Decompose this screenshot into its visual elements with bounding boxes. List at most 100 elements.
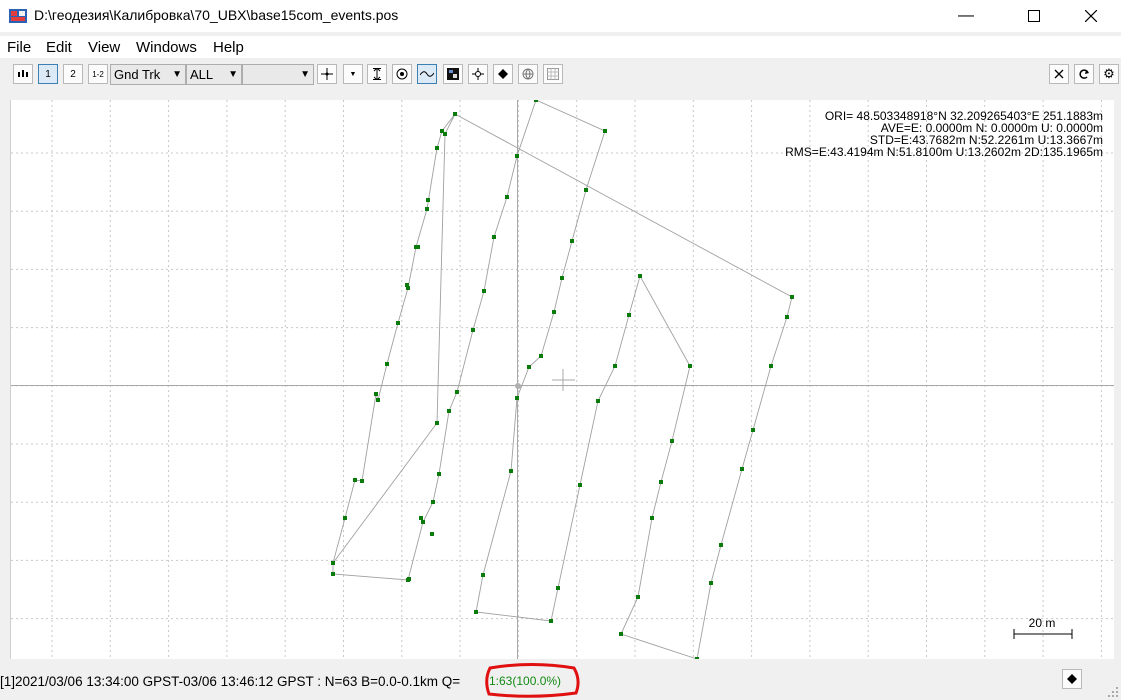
rms-text: RMS=E:43.4194m N:51.8100m U:13.2602m 2D:…: [785, 145, 1103, 159]
solution-point: [376, 398, 380, 402]
origin-menu-button[interactable]: ▼: [343, 64, 363, 84]
target-icon: [396, 68, 408, 80]
track-line-icon: [420, 71, 434, 77]
solution-point: [343, 516, 347, 520]
solution-point: [539, 354, 543, 358]
solution-point: [443, 132, 447, 136]
minimize-button[interactable]: —: [943, 0, 989, 32]
solution-point: [709, 581, 713, 585]
quality-select[interactable]: ALL ▼: [186, 64, 242, 85]
plot-canvas[interactable]: ORI= 48.503348918°N 32.209265403°E 251.1…: [11, 98, 1114, 661]
quality-value: ALL: [190, 67, 214, 82]
show-point-button[interactable]: [392, 64, 412, 84]
solution-point: [556, 586, 560, 590]
solution-point: [785, 315, 789, 319]
solution-point: [560, 276, 564, 280]
connect-icon: [18, 70, 28, 77]
station-icon: [472, 68, 484, 80]
window-title: D:\геодезия\Калибровка\70_UBX\base15com_…: [34, 7, 399, 23]
grid-icon: [547, 68, 559, 80]
highlight-annotation: [485, 663, 580, 698]
menu-view[interactable]: View: [88, 39, 120, 56]
solution-point: [405, 283, 409, 287]
clear-button[interactable]: [1049, 64, 1069, 84]
show-track-button[interactable]: [417, 64, 437, 84]
solution-point: [650, 516, 654, 520]
solution-point: [360, 479, 364, 483]
solution-point: [331, 572, 335, 576]
solution-point: [385, 362, 389, 366]
menu-help[interactable]: Help: [213, 39, 244, 56]
plot-type-select[interactable]: Gnd Trk ▼: [110, 64, 186, 85]
solution-point: [695, 657, 699, 661]
show-mark-button[interactable]: [493, 64, 513, 84]
status-text: [1]2021/03/06 13:34:00 GPST-03/06 13:46:…: [0, 674, 461, 689]
solution-point: [419, 516, 423, 520]
solution-point: [482, 289, 486, 293]
fit-height-icon: [373, 68, 381, 80]
menu-edit[interactable]: Edit: [46, 39, 72, 56]
reload-button[interactable]: [1074, 64, 1094, 84]
center-origin-button[interactable]: [317, 64, 337, 84]
show-map-button[interactable]: [443, 64, 463, 84]
solution-2-button[interactable]: 2: [63, 64, 83, 84]
solution-point: [719, 543, 723, 547]
solution-point: [534, 98, 538, 102]
menu-file[interactable]: File: [7, 39, 31, 56]
statistics-panel: ORI= 48.503348918°N 32.209265403°E 251.1…: [785, 109, 1103, 159]
status-bar: [1]2021/03/06 13:34:00 GPST-03/06 13:46:…: [0, 662, 1121, 700]
chevron-down-icon: ▼: [172, 69, 182, 80]
solution-point: [659, 480, 663, 484]
solution-1-2-button[interactable]: 1-2: [88, 64, 108, 84]
diamond-icon: [1067, 674, 1077, 684]
diamond-icon: [498, 69, 508, 79]
close-icon: [1054, 69, 1064, 79]
show-skyplot-button[interactable]: [518, 64, 538, 84]
solution-point: [515, 396, 519, 400]
solution-point: [505, 195, 509, 199]
plot-type-value: Gnd Trk: [114, 67, 161, 82]
fit-height-button[interactable]: [367, 64, 387, 84]
solution-point: [453, 112, 457, 116]
chevron-down-icon: ▼: [228, 69, 238, 80]
maximize-icon: [1028, 10, 1040, 22]
solution-point: [790, 295, 794, 299]
mark-toggle-button[interactable]: [1062, 669, 1082, 689]
solution-point: [421, 520, 425, 524]
menu-bar: File Edit View Windows Help: [0, 36, 1121, 58]
cursor-cross: [552, 369, 575, 391]
resize-grip-icon: [1108, 687, 1118, 697]
map-image-icon: [447, 68, 459, 80]
close-button[interactable]: [1068, 0, 1114, 32]
solution-1-button[interactable]: 1: [38, 64, 58, 84]
menu-windows[interactable]: Windows: [136, 39, 197, 56]
solution-point: [425, 207, 429, 211]
solution-point: [471, 328, 475, 332]
solution-point: [613, 364, 617, 368]
chevron-down-icon: ▼: [300, 69, 310, 80]
solution-point: [447, 409, 451, 413]
solution-point: [670, 439, 674, 443]
solution-point: [584, 188, 588, 192]
origin-marker: [515, 383, 521, 389]
caret-down-icon: ▼: [349, 70, 357, 78]
solution-point: [509, 469, 513, 473]
gear-icon: ⚙: [1103, 66, 1115, 81]
ground-track-plot[interactable]: ORI= 48.503348918°N 32.209265403°E 251.1…: [10, 98, 1114, 661]
solution-point: [426, 198, 430, 202]
solution-point: [430, 532, 434, 536]
close-icon: [1085, 10, 1097, 22]
refresh-icon: [1079, 69, 1089, 79]
show-stations-button[interactable]: [468, 64, 488, 84]
settings-button[interactable]: ⚙: [1099, 64, 1119, 84]
show-grid-button[interactable]: [543, 64, 563, 84]
solution-point: [769, 364, 773, 368]
satellite-select[interactable]: ▼: [242, 64, 314, 85]
solution-point: [396, 321, 400, 325]
maximize-button[interactable]: [1011, 0, 1057, 32]
solution-point: [688, 364, 692, 368]
solution-point: [552, 310, 556, 314]
connect-button[interactable]: [13, 64, 33, 84]
solution-point: [636, 595, 640, 599]
solution-point: [435, 421, 439, 425]
